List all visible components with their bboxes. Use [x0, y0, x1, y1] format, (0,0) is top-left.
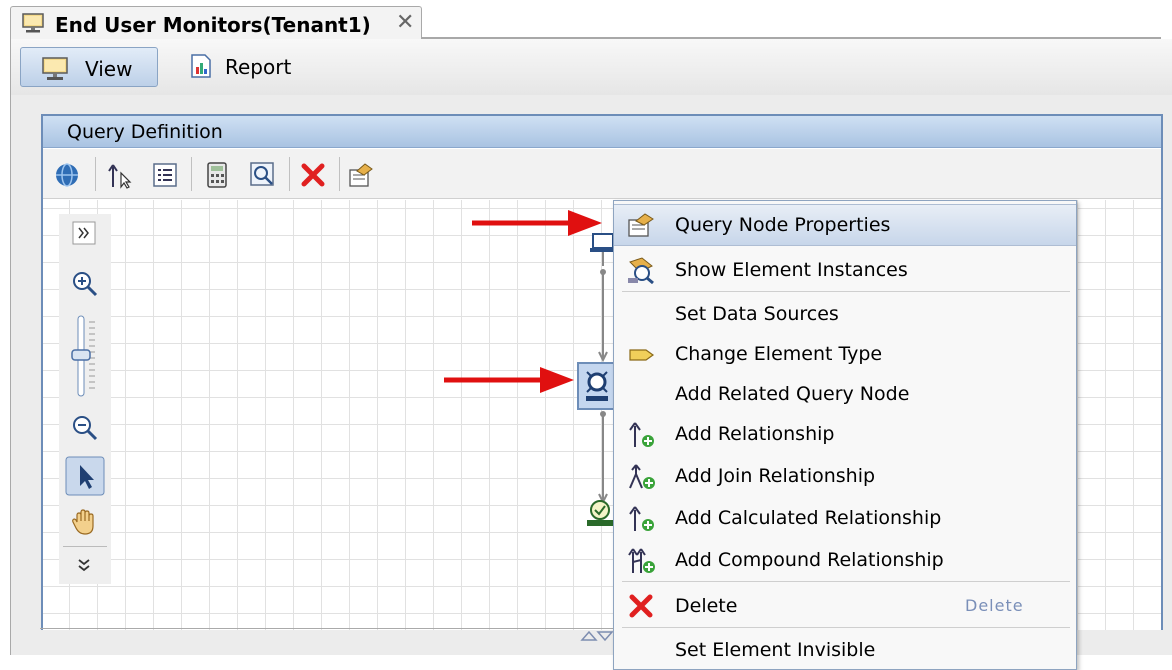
zoom-palette — [59, 214, 111, 584]
add-calculated-relationship-icon — [629, 506, 654, 531]
menu-item-label: Add Compound Relationship — [675, 549, 944, 571]
collapse-arrows-icon[interactable] — [580, 628, 614, 642]
preview-search-icon[interactable] — [249, 161, 277, 189]
menu-item-label: Delete — [675, 595, 738, 617]
add-compound-relationship-icon — [628, 548, 655, 573]
pan-hand-icon[interactable] — [69, 506, 101, 538]
properties-icon[interactable] — [347, 161, 375, 189]
close-icon[interactable]: ✕ — [396, 10, 414, 35]
zoom-slider[interactable] — [69, 314, 101, 398]
view-button-label: View — [85, 57, 133, 81]
toolbar-separator — [191, 157, 192, 191]
menu-item-label: Set Data Sources — [675, 303, 839, 325]
collapse-panel-icon[interactable] — [73, 554, 95, 576]
bottom-divider — [40, 628, 616, 629]
delete-icon[interactable] — [299, 161, 327, 189]
menu-item-show-element-instances[interactable]: Show Element Instances — [614, 250, 1076, 290]
panel-title: Query Definition — [67, 121, 223, 143]
tab-end-user-monitors[interactable]: End User Monitors(Tenant1) ✕ — [10, 6, 422, 40]
menu-item-label: Add Related Query Node — [675, 383, 910, 405]
change-type-icon — [629, 349, 655, 361]
palette-separator — [63, 546, 107, 547]
resize-grip[interactable] — [13, 507, 19, 537]
relationship-line-top — [598, 269, 608, 362]
toolbar-separator — [339, 157, 340, 191]
query-node-business[interactable] — [583, 496, 617, 530]
menu-item-add-related-query-node[interactable]: Add Related Query Node — [614, 374, 1076, 414]
list-icon[interactable] — [151, 161, 179, 189]
add-relationship-icon — [629, 422, 654, 447]
menu-item-label: Show Element Instances — [675, 259, 908, 281]
menu-item-change-element-type[interactable]: Change Element Type — [614, 334, 1076, 374]
menu-item-label: Set Element Invisible — [675, 639, 876, 661]
select-pointer-icon[interactable] — [65, 456, 105, 496]
menu-item-set-data-sources[interactable]: Set Data Sources — [614, 294, 1076, 334]
zoom-out-icon[interactable] — [69, 412, 101, 444]
monitor-icon — [22, 13, 44, 33]
menu-separator — [622, 627, 1070, 628]
menu-item-label: Add Join Relationship — [675, 465, 876, 487]
monitor-icon — [42, 57, 68, 80]
menu-item-delete[interactable]: Delete Delete — [614, 586, 1076, 626]
add-join-relationship-icon — [629, 464, 655, 489]
menu-item-add-calculated-relationship[interactable]: Add Calculated Relationship — [614, 498, 1076, 538]
delete-icon — [629, 594, 653, 618]
red-arrow-annotation-bottom — [444, 367, 574, 393]
view-button[interactable]: View — [20, 47, 158, 87]
menu-item-label: Change Element Type — [675, 343, 883, 365]
zoom-in-icon[interactable] — [69, 268, 101, 300]
toolbar-separator — [289, 157, 290, 191]
menu-item-shortcut: Delete — [965, 596, 1024, 615]
report-button[interactable]: Report — [181, 47, 331, 87]
tab-title: End User Monitors(Tenant1) — [55, 13, 371, 37]
menu-item-label: Add Relationship — [675, 423, 835, 445]
menu-separator — [622, 581, 1070, 582]
relationship-line-bottom — [598, 411, 608, 505]
query-node-selected[interactable] — [577, 362, 617, 410]
menu-separator — [622, 291, 1070, 292]
main-toolbar: View Report — [10, 39, 1172, 95]
report-button-label: Report — [225, 55, 292, 79]
red-arrow-annotation-top — [472, 210, 602, 236]
menu-item-set-element-invisible[interactable]: Set Element Invisible — [614, 630, 1076, 670]
expand-panel-icon[interactable] — [71, 220, 97, 246]
menu-item-query-node-properties[interactable]: Query Node Properties — [614, 204, 1076, 246]
menu-item-add-compound-relationship[interactable]: Add Compound Relationship — [614, 540, 1076, 580]
globe-icon[interactable] — [53, 161, 81, 189]
panel-header: Query Definition — [43, 116, 1161, 148]
query-toolbar — [43, 149, 1161, 199]
properties-icon — [628, 213, 654, 237]
menu-item-label: Query Node Properties — [675, 214, 891, 236]
report-icon — [191, 54, 211, 78]
toolbar-separator — [95, 157, 96, 191]
calculator-icon[interactable] — [203, 161, 231, 189]
context-menu: Query Node Properties Show Element Insta… — [613, 200, 1077, 670]
element-instances-icon — [628, 257, 654, 284]
menu-item-add-join-relationship[interactable]: Add Join Relationship — [614, 456, 1076, 496]
add-relationship-pointer-icon[interactable] — [105, 161, 133, 189]
menu-item-label: Add Calculated Relationship — [675, 507, 942, 529]
tab-strip: End User Monitors(Tenant1) ✕ — [0, 0, 1172, 40]
menu-item-add-relationship[interactable]: Add Relationship — [614, 414, 1076, 454]
